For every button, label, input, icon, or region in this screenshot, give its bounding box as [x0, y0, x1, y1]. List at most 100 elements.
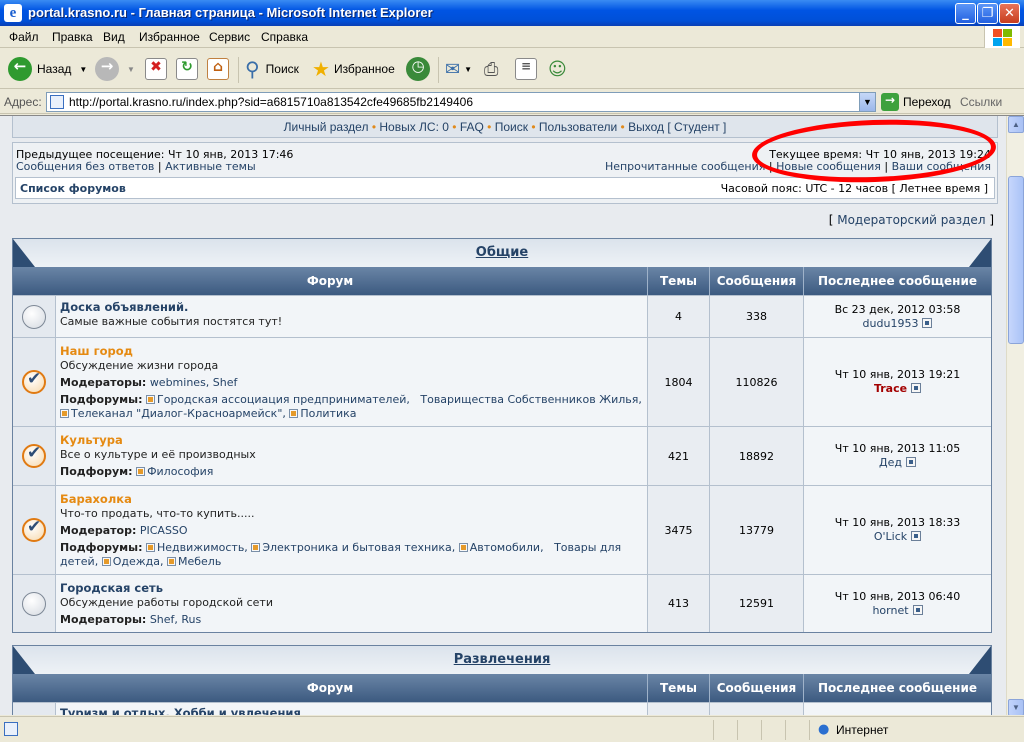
scroll-down-icon[interactable]: ▼ — [1008, 699, 1024, 715]
scroll-up-icon[interactable]: ▲ — [1008, 116, 1024, 133]
subforum-link[interactable]: Политика — [300, 407, 356, 420]
subforum-link[interactable]: Городская ассоциация предпринимателей, — [157, 393, 410, 406]
forum-name-link[interactable]: Культура — [60, 433, 123, 447]
unread-link[interactable]: Непрочитанные сообщения — [605, 160, 765, 173]
category-header: Общие — [13, 239, 991, 267]
close-button[interactable]: ✕ — [999, 3, 1020, 24]
edit-icon: ≡ — [515, 58, 537, 80]
forum-topics: 4 — [647, 296, 709, 337]
view-latest-post-icon[interactable] — [912, 604, 923, 615]
back-dropdown-icon[interactable]: ▼ — [79, 65, 87, 74]
nav-logout[interactable]: Выход [ Студент ] — [628, 120, 726, 134]
address-dropdown-icon[interactable]: ▼ — [859, 93, 875, 111]
status-bar: ● Интернет — [0, 716, 1024, 742]
back-label: Назад — [37, 62, 72, 76]
last-post-user[interactable]: Дед — [879, 456, 902, 469]
go-button[interactable]: → Переход — [881, 93, 951, 111]
home-button[interactable]: ⌂ — [207, 55, 229, 83]
subforum-link[interactable]: Товарищества Собственников Жилья, — [420, 393, 642, 406]
forward-dropdown-icon[interactable]: ▼ — [127, 65, 135, 74]
timezone-text: Часовой пояс: UTC - 12 часов [ Летнее вр… — [720, 182, 988, 195]
forward-button[interactable]: → ▼ — [95, 55, 135, 83]
mail-dropdown-icon[interactable]: ▼ — [464, 65, 472, 74]
forum-name-link[interactable]: Туризм и отдых. Хобби и увлечения — [60, 706, 301, 715]
subforums-label: Подфорумы: — [60, 393, 143, 406]
subforum-link[interactable]: Недвижимость, — [157, 541, 248, 554]
menu-edit[interactable]: Правка — [52, 30, 93, 44]
category-title-link[interactable]: Общие — [476, 245, 528, 260]
subforum-link[interactable]: Телеканал "Диалог-Красноармейск", — [71, 407, 286, 420]
menu-help[interactable]: Справка — [261, 30, 308, 44]
minimize-button[interactable]: _ — [955, 3, 976, 24]
forum-row: Наш город Обсуждение жизни города Модера… — [13, 337, 991, 426]
mail-button[interactable]: ✉ ▼ — [445, 55, 472, 83]
unanswered-link[interactable]: Сообщения без ответов — [16, 160, 154, 173]
search-button[interactable]: ⚲ Поиск — [245, 55, 299, 83]
moderators-label: Модератор: — [60, 524, 137, 537]
forum-name-link[interactable]: Наш город — [60, 344, 133, 358]
scroll-thumb[interactable] — [1008, 176, 1024, 344]
forum-name-link[interactable]: Доска объявлений. — [60, 300, 188, 314]
moderators-list[interactable]: Shef, Rus — [150, 613, 201, 626]
forum-row: Культура Все о культуре и её производных… — [13, 426, 991, 485]
nav-search[interactable]: Поиск — [495, 120, 528, 134]
category-title-link[interactable]: Развлечения — [454, 652, 551, 667]
stop-button[interactable]: ✖ — [145, 55, 167, 83]
forum-row: Городская сеть Обсуждение работы городск… — [13, 574, 991, 632]
subforum-link[interactable]: Автомобили, — [470, 541, 544, 554]
nav-dot: • — [620, 120, 625, 134]
last-post-user[interactable]: dudu1953 — [863, 317, 919, 330]
forum-description: Что-то продать, что-то купить..... — [60, 507, 255, 520]
forum-name-link[interactable]: Городская сеть — [60, 581, 163, 595]
refresh-button[interactable]: ↻ — [176, 55, 198, 83]
view-latest-post-icon[interactable] — [905, 457, 916, 467]
subforum-link[interactable]: Одежда, — [113, 555, 164, 568]
links-label[interactable]: Ссылки — [960, 95, 1002, 109]
menu-file[interactable]: Файл — [9, 30, 39, 44]
nav-faq[interactable]: FAQ — [460, 120, 484, 134]
view-latest-post-icon[interactable] — [911, 383, 922, 393]
moderators-list[interactable]: webmines, Shef — [150, 376, 238, 389]
edit-button[interactable]: ≡ — [515, 55, 537, 83]
subforums: Подфорумы: Городская ассоциация предприн… — [60, 393, 643, 421]
vertical-scrollbar[interactable]: ▲ ▼ — [1006, 116, 1024, 715]
menu-bar: Файл Правка Вид Избранное Сервис Справка — [0, 26, 1024, 48]
menu-view[interactable]: Вид — [103, 30, 125, 44]
favorites-label: Избранное — [333, 62, 395, 76]
mod-section-link[interactable]: Модераторский раздел — [837, 213, 985, 227]
nav-new-pm[interactable]: Новых ЛС: 0 — [379, 120, 449, 134]
messenger-button[interactable]: ☺ — [548, 55, 567, 83]
nav-personal[interactable]: Личный раздел — [284, 120, 369, 134]
address-input[interactable]: http://portal.krasno.ru/index.php?sid=a6… — [46, 92, 876, 112]
menu-tools[interactable]: Сервис — [209, 30, 250, 44]
forum-unread-icon — [22, 443, 46, 468]
subforum-link[interactable]: Мебель — [178, 555, 221, 568]
moderators-list[interactable]: PICASSO — [140, 524, 188, 537]
search-label: Поиск — [265, 62, 299, 76]
print-icon: ⎙ — [484, 58, 499, 80]
forum-name-link[interactable]: Барахолка — [60, 492, 132, 506]
print-button[interactable]: ⎙ — [484, 55, 498, 83]
last-post: Чт 10 янв, 2013 11:05 Дед — [803, 427, 991, 485]
forum-list-link[interactable]: Список форумов — [20, 182, 126, 195]
menu-favorites[interactable]: Избранное — [139, 30, 200, 44]
view-latest-post-icon[interactable] — [922, 317, 933, 328]
back-button[interactable]: ← Назад ▼ — [8, 55, 87, 83]
go-label: Переход — [903, 95, 951, 109]
active-topics-link[interactable]: Активные темы — [165, 160, 256, 173]
category-header: Развлечения — [13, 646, 991, 674]
home-icon: ⌂ — [207, 58, 229, 80]
history-button[interactable]: ◷ — [406, 55, 430, 83]
maximize-button[interactable]: ❐ — [977, 3, 998, 24]
address-label: Адрес: — [4, 95, 42, 109]
last-post-user[interactable]: hornet — [872, 604, 908, 617]
nav-dot: • — [487, 120, 492, 134]
subforum-link[interactable]: Философия — [147, 465, 213, 478]
window-title: portal.krasno.ru - Главная страница - Mi… — [28, 5, 433, 20]
nav-users[interactable]: Пользователи — [539, 120, 617, 134]
last-post-user[interactable]: O'Lick — [874, 530, 907, 543]
last-post-user[interactable]: Trace — [874, 382, 907, 395]
favorites-button[interactable]: ★ Избранное — [312, 55, 395, 83]
view-latest-post-icon[interactable] — [911, 531, 922, 541]
subforum-link[interactable]: Электроника и бытовая техника, — [262, 541, 455, 554]
